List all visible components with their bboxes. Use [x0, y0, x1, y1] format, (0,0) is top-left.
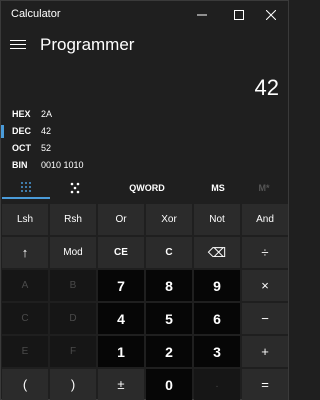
radix-value: 52 — [41, 143, 52, 153]
title-bar: Calculator — [1, 1, 288, 29]
hamburger-icon — [10, 39, 26, 41]
multiply-key[interactable]: × — [242, 270, 288, 301]
result-display: 42 — [254, 75, 279, 100]
shift-key[interactable]: ↑ — [2, 237, 48, 268]
radix-value: 2A — [41, 109, 53, 119]
memory-store-button[interactable]: MS — [195, 177, 241, 199]
app-title: Calculator — [11, 8, 61, 20]
open-paren-key[interactable]: ( — [2, 369, 48, 400]
maximize-icon — [234, 10, 244, 20]
digit-0-key[interactable]: 0 — [146, 369, 192, 400]
rsh-key[interactable]: Rsh — [50, 204, 96, 235]
digit-1-key[interactable]: 1 — [98, 336, 144, 367]
digit-2-key[interactable]: 2 — [146, 336, 192, 367]
hex-e-key: E — [2, 336, 48, 367]
keypad: Lsh Rsh Or Xor Not And ↑ Mod CE C ⌫ ÷ A … — [2, 204, 289, 400]
radix-label: DEC — [12, 126, 32, 136]
radix-value: 0010 1010 — [41, 160, 84, 170]
decimal-key: . — [194, 369, 240, 400]
hex-a-key: A — [2, 270, 48, 301]
close-icon — [266, 10, 276, 20]
mod-key[interactable]: Mod — [50, 237, 96, 268]
radix-value: 42 — [41, 126, 52, 136]
radix-oct[interactable]: OCT 52 — [1, 140, 201, 157]
clear-key[interactable]: C — [146, 237, 192, 268]
radix-hex[interactable]: HEX 2A — [1, 106, 201, 123]
hamburger-menu-button[interactable] — [10, 37, 26, 51]
dot-grid-icon — [21, 182, 31, 192]
lsh-key[interactable]: Lsh — [2, 204, 48, 235]
close-button[interactable] — [252, 1, 290, 29]
digit-9-key[interactable]: 9 — [194, 270, 240, 301]
hex-d-key: D — [50, 303, 96, 334]
bit-toggle-tab[interactable] — [51, 177, 99, 199]
digit-6-key[interactable]: 6 — [194, 303, 240, 334]
and-key[interactable]: And — [242, 204, 288, 235]
clear-entry-key[interactable]: CE — [98, 237, 144, 268]
equals-key[interactable]: = — [242, 369, 288, 400]
radix-label: HEX — [12, 109, 31, 119]
backspace-key[interactable]: ⌫ — [194, 237, 240, 268]
radix-dec[interactable]: DEC 42 — [1, 123, 201, 140]
hex-c-key: C — [2, 303, 48, 334]
minimize-button[interactable] — [183, 1, 221, 29]
word-size-button[interactable]: QWORD — [99, 177, 195, 199]
mode-title: Programmer — [40, 35, 135, 54]
digit-7-key[interactable]: 7 — [98, 270, 144, 301]
hex-f-key: F — [50, 336, 96, 367]
digit-8-key[interactable]: 8 — [146, 270, 192, 301]
close-paren-key[interactable]: ) — [50, 369, 96, 400]
minimize-icon — [197, 14, 207, 16]
or-key[interactable]: Or — [98, 204, 144, 235]
calculator-window: Calculator Programmer 42 HEX 2A DEC 42 O… — [0, 0, 289, 400]
negate-key[interactable]: ± — [98, 369, 144, 400]
divide-key[interactable]: ÷ — [242, 237, 288, 268]
digit-5-key[interactable]: 5 — [146, 303, 192, 334]
bit-toggle-icon — [70, 182, 80, 194]
mode-bar: QWORD MS M* — [1, 177, 288, 199]
memory-recall-button: M* — [258, 183, 270, 193]
radix-label: OCT — [12, 143, 31, 153]
radix-label: BIN — [12, 160, 28, 170]
hex-b-key: B — [50, 270, 96, 301]
xor-key[interactable]: Xor — [146, 204, 192, 235]
digit-3-key[interactable]: 3 — [194, 336, 240, 367]
digit-4-key[interactable]: 4 — [98, 303, 144, 334]
not-key[interactable]: Not — [194, 204, 240, 235]
keypad-tab[interactable] — [2, 177, 50, 199]
add-key[interactable]: + — [242, 336, 288, 367]
radix-bin[interactable]: BIN 0010 1010 — [1, 157, 201, 174]
subtract-key[interactable]: − — [242, 303, 288, 334]
